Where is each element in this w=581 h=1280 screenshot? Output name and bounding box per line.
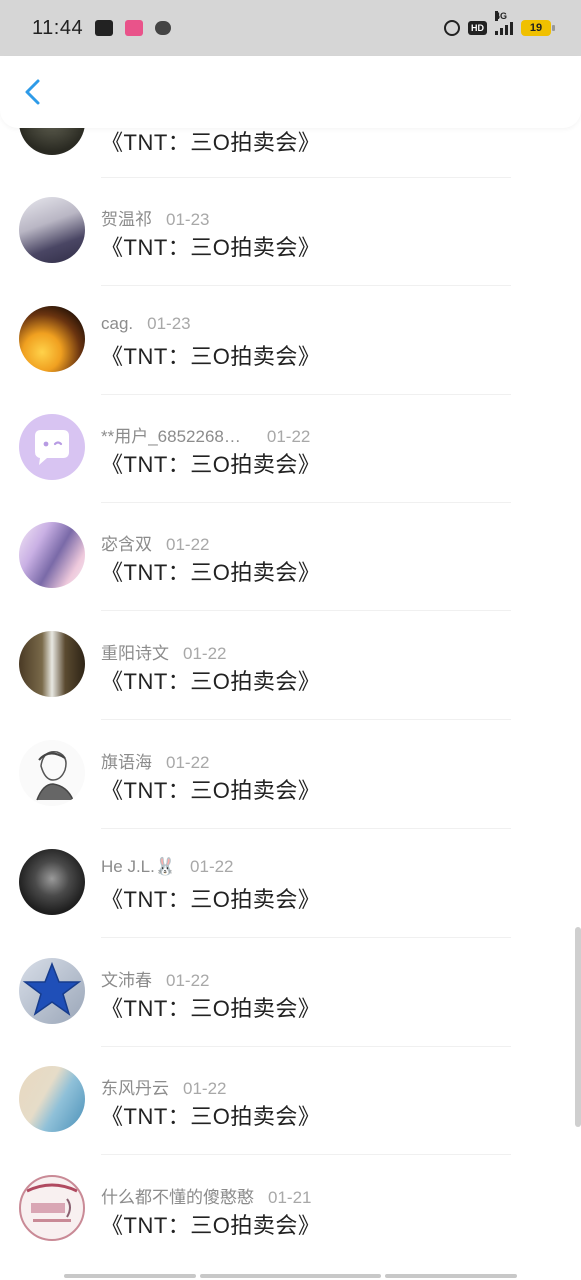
item-title: 《TNT：三O拍卖会》 <box>101 452 321 477</box>
network-type: 4G <box>495 11 508 21</box>
user-meta: 贺温祁 01-23 <box>101 205 209 230</box>
list-item[interactable]: 重阳诗文 01-22 《TNT：三O拍卖会》 <box>0 631 581 739</box>
status-time: 11:44 <box>32 16 84 39</box>
avatar[interactable] <box>19 631 85 697</box>
comment-date: 01-22 <box>266 427 311 446</box>
avatar[interactable] <box>19 522 85 588</box>
divider <box>101 610 511 611</box>
item-title: 《TNT：三O拍卖会》 <box>101 996 321 1021</box>
divider <box>101 177 511 178</box>
avatar[interactable] <box>19 958 85 1024</box>
comment-date: 01-21 <box>268 1188 312 1207</box>
item-title: 《TNT：三O拍卖会》 <box>101 778 321 803</box>
user-name[interactable]: 东风丹云 <box>101 1079 169 1098</box>
user-meta: 东风丹云 01-22 <box>101 1074 226 1099</box>
item-title: 《TNT：三O拍卖会》 <box>101 130 321 155</box>
comment-date: 01-23 <box>166 210 210 229</box>
user-name[interactable]: **用户_6852268… <box>101 427 241 446</box>
comment-list: 《TNT：三O拍卖会》 贺温祁 01-23 《TNT：三O拍卖会》 cag. 01-… <box>0 0 581 1280</box>
list-item[interactable]: 文沛春 01-22 《TNT：三O拍卖会》 <box>0 958 581 1066</box>
sketch-portrait-icon <box>36 751 74 801</box>
avatar[interactable] <box>19 1066 85 1132</box>
avatar[interactable] <box>19 197 85 263</box>
gesture-bar <box>200 1274 381 1278</box>
divider <box>101 937 511 938</box>
signal-icon: 4G <box>495 11 513 35</box>
user-name[interactable]: cag. <box>101 314 133 333</box>
user-meta: 宓含双 01-22 <box>101 530 209 555</box>
avatar[interactable] <box>19 306 85 372</box>
user-name[interactable]: 重阳诗文 <box>101 644 169 663</box>
item-title: 《TNT：三O拍卖会》 <box>101 669 321 694</box>
user-name[interactable]: 旗语海 <box>101 753 152 772</box>
list-item[interactable]: 宓含双 01-22 《TNT：三O拍卖会》 <box>0 522 581 630</box>
hd-icon: HD <box>468 21 487 35</box>
list-item[interactable]: 旗语海 01-22 《TNT：三O拍卖会》 <box>0 740 581 848</box>
user-name[interactable]: 文沛春 <box>101 971 152 990</box>
user-meta: **用户_6852268… 01-22 <box>101 422 310 447</box>
app-notification-icon <box>125 20 144 36</box>
user-meta: 重阳诗文 01-22 <box>101 639 226 664</box>
list-item[interactable]: He J.L.🐰 01-22 《TNT：三O拍卖会》 <box>0 849 581 957</box>
divider <box>101 828 511 829</box>
user-name[interactable]: 什么都不懂的傻憨憨 <box>101 1188 254 1207</box>
divider <box>101 1046 511 1047</box>
user-name[interactable]: He J.L.🐰 <box>101 857 176 876</box>
app-notification-icon <box>95 20 114 36</box>
star-icon <box>22 961 82 1016</box>
item-title: 《TNT：三O拍卖会》 <box>101 344 321 369</box>
avatar[interactable] <box>19 414 85 480</box>
list-item[interactable]: **用户_6852268… 01-22 《TNT：三O拍卖会》 <box>0 414 581 522</box>
back-button[interactable] <box>18 76 50 108</box>
user-name[interactable]: 宓含双 <box>101 535 152 554</box>
item-title: 《TNT：三O拍卖会》 <box>101 1213 321 1238</box>
user-meta: He J.L.🐰 01-22 <box>101 857 234 877</box>
battery-icon: 19 <box>521 20 555 36</box>
item-title: 《TNT：三O拍卖会》 <box>101 1104 321 1129</box>
comment-date: 01-22 <box>166 535 210 554</box>
list-item[interactable]: 贺温祁 01-23 《TNT：三O拍卖会》 <box>0 197 581 305</box>
chevron-left-icon <box>25 79 40 105</box>
item-title: 《TNT：三O拍卖会》 <box>101 560 321 585</box>
alarm-icon <box>444 20 460 36</box>
comment-date: 01-22 <box>166 971 210 990</box>
user-meta: 文沛春 01-22 <box>101 966 209 991</box>
list-item[interactable]: 东风丹云 01-22 《TNT：三O拍卖会》 <box>0 1066 581 1174</box>
divider <box>101 1154 511 1155</box>
avatar[interactable] <box>19 1175 85 1241</box>
divider <box>101 719 511 720</box>
user-meta: 什么都不懂的傻憨憨 01-21 <box>101 1183 311 1208</box>
comment-date: 01-23 <box>147 314 191 333</box>
list-item[interactable]: 什么都不懂的傻憨憨 01-21 《TNT：三O拍卖会》 <box>0 1175 581 1280</box>
gesture-bar <box>385 1274 517 1278</box>
user-name[interactable]: 贺温祁 <box>101 210 152 229</box>
comment-date: 01-22 <box>166 753 210 772</box>
graphic-logo-icon <box>26 1183 78 1222</box>
list-item[interactable]: cag. 01-23 《TNT：三O拍卖会》 <box>0 306 581 414</box>
comment-date: 01-22 <box>183 644 227 663</box>
wechat-icon <box>155 21 172 35</box>
user-meta: cag. 01-23 <box>101 314 191 334</box>
top-nav-bar <box>0 56 581 128</box>
avatar[interactable] <box>19 740 85 806</box>
scrollbar[interactable] <box>575 927 581 1127</box>
comment-date: 01-22 <box>190 857 234 876</box>
gesture-bar <box>64 1274 196 1278</box>
status-bar: 11:44 HD 4G 19 <box>0 0 581 56</box>
user-meta: 旗语海 01-22 <box>101 748 209 773</box>
item-title: 《TNT：三O拍卖会》 <box>101 887 321 912</box>
avatar[interactable] <box>19 849 85 915</box>
divider <box>101 285 511 286</box>
chat-bubble-icon <box>35 430 69 465</box>
divider <box>101 394 511 395</box>
item-title: 《TNT：三O拍卖会》 <box>101 235 321 260</box>
comment-date: 01-22 <box>183 1079 227 1098</box>
divider <box>101 502 511 503</box>
